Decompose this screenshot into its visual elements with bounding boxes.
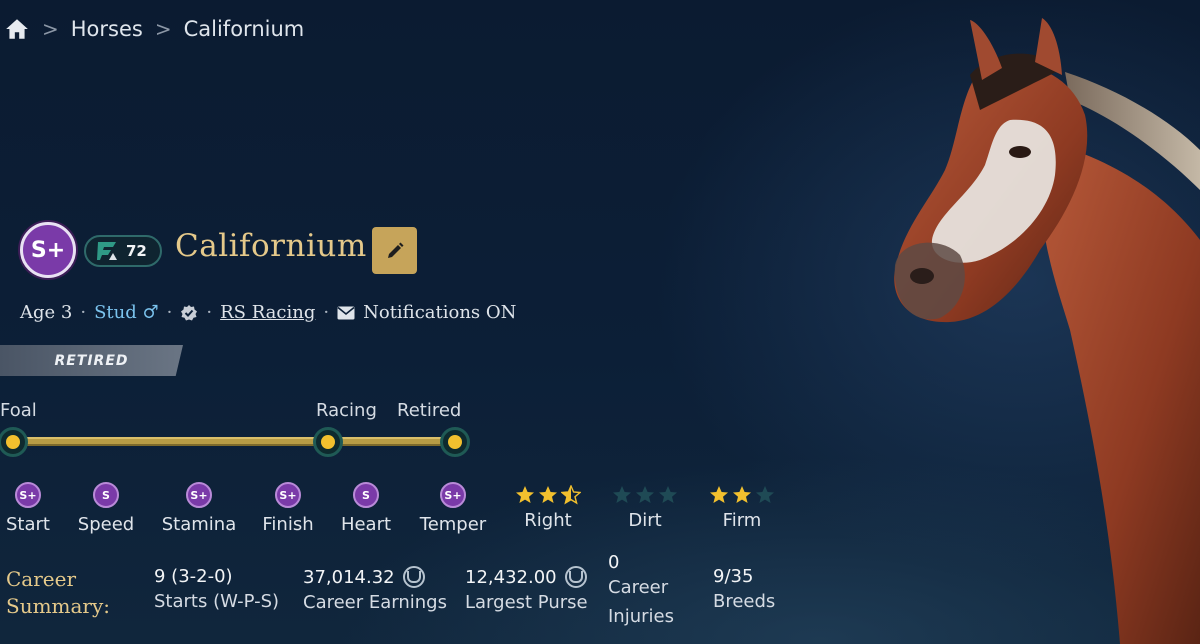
timeline-node-racing: [313, 427, 343, 457]
breadcrumb-current: Californium: [183, 17, 305, 41]
timeline-node-retired: [440, 427, 470, 457]
career-starts: 9 (3-2-0) Starts (W-P-S): [154, 566, 279, 616]
career-injuries: 0 Career Injuries: [608, 552, 674, 631]
rating-logo-icon: [97, 242, 117, 260]
career-summary-title: Career Summary:: [6, 567, 111, 618]
sex-label: Stud ♂: [94, 302, 159, 323]
attribute-label: Finish: [262, 514, 314, 535]
verified-check-icon: [181, 304, 198, 320]
star-icon: [756, 486, 774, 503]
edit-name-button[interactable]: [372, 227, 417, 274]
star-icon: [733, 486, 751, 503]
notifications-toggle[interactable]: Notifications ON: [363, 302, 516, 323]
career-breeds: 9/35 Breeds: [713, 566, 775, 616]
career-earnings: 37,014.32 Career Earnings: [303, 566, 447, 617]
horse-meta: Age 3 · Stud ♂ · · RS Racing · Notificat…: [20, 302, 517, 323]
surface-firm: Firm: [692, 484, 792, 531]
injuries-label-line1: Career: [608, 577, 669, 598]
timeline-label-foal: Foal: [0, 400, 37, 421]
attribute-label: Start: [6, 514, 50, 535]
starts-value: 9 (3-2-0): [154, 566, 233, 587]
largest-purse-value: 12,432.00: [465, 566, 557, 588]
star-icon: [516, 486, 534, 503]
breeds-label: Breeds: [713, 591, 776, 612]
attribute-label: Speed: [77, 514, 135, 535]
attribute-label: Heart: [340, 514, 392, 535]
grade-badge: S+: [186, 482, 212, 508]
star-icon: [636, 486, 654, 503]
star-icon: [539, 486, 557, 503]
attribute-speed: S Speed: [66, 482, 146, 535]
star-icon: [613, 486, 631, 503]
largest-purse-label: Largest Purse: [465, 592, 588, 613]
chevron-right-icon: >: [154, 17, 172, 41]
surface-label: Firm: [722, 510, 762, 531]
timeline-node-foal: [0, 427, 28, 457]
injuries-label-line2: Injuries: [608, 606, 674, 627]
star-rating: [612, 484, 678, 506]
career-largest-purse: 12,432.00 Largest Purse: [465, 566, 588, 617]
coin-icon: [564, 566, 587, 588]
horse-portrait: [894, 18, 1200, 644]
surface-label: Right: [524, 510, 572, 531]
timeline-label-racing: Racing: [316, 400, 377, 421]
attribute-heart: S Heart: [326, 482, 406, 535]
edit-pencil-icon: [387, 242, 403, 258]
grade-badge: S+: [15, 482, 41, 508]
star-rating: [515, 484, 581, 506]
starts-label: Starts (W-P-S): [154, 591, 280, 612]
timeline-label-retired: Retired: [397, 400, 462, 421]
attribute-stamina: S+ Stamina: [159, 482, 239, 535]
grade-badge: S: [93, 482, 119, 508]
grade-badge: S: [353, 482, 379, 508]
chevron-right-icon: >: [42, 17, 59, 41]
age-label: Age 3: [20, 302, 73, 323]
coin-icon: [402, 566, 425, 588]
timeline-bar: [12, 437, 456, 446]
star-icon: [561, 485, 581, 505]
attribute-label: Temper: [419, 514, 487, 535]
breeds-value: 9/35: [713, 566, 754, 587]
grade-badge: S+: [275, 482, 301, 508]
attribute-finish: S+ Finish: [248, 482, 328, 535]
attribute-temper: S+ Temper: [413, 482, 493, 535]
attribute-start: S+ Start: [0, 482, 68, 535]
injuries-value: 0: [608, 552, 620, 573]
surface-right: Right: [498, 484, 598, 531]
breadcrumb: > Horses > Californium: [4, 14, 304, 44]
surface-dirt: Dirt: [595, 484, 695, 531]
breadcrumb-horses[interactable]: Horses: [71, 17, 143, 41]
mail-icon: [337, 306, 355, 319]
grade-badge: S+: [440, 482, 466, 508]
rating-pill: 72: [84, 235, 162, 267]
earnings-value: 37,014.32: [303, 566, 395, 588]
star-rating: [709, 484, 775, 506]
owner-link[interactable]: RS Racing: [220, 302, 315, 323]
overall-grade-badge: S+: [20, 222, 76, 278]
home-icon[interactable]: [4, 16, 30, 42]
status-badge: RETIRED: [0, 345, 183, 376]
attribute-label: Stamina: [161, 514, 237, 535]
horse-name: Californium: [175, 228, 367, 264]
earnings-label: Career Earnings: [303, 592, 447, 613]
surface-label: Dirt: [628, 510, 662, 531]
rating-value: 72: [126, 242, 147, 260]
star-icon: [659, 486, 677, 503]
star-icon: [710, 486, 728, 503]
